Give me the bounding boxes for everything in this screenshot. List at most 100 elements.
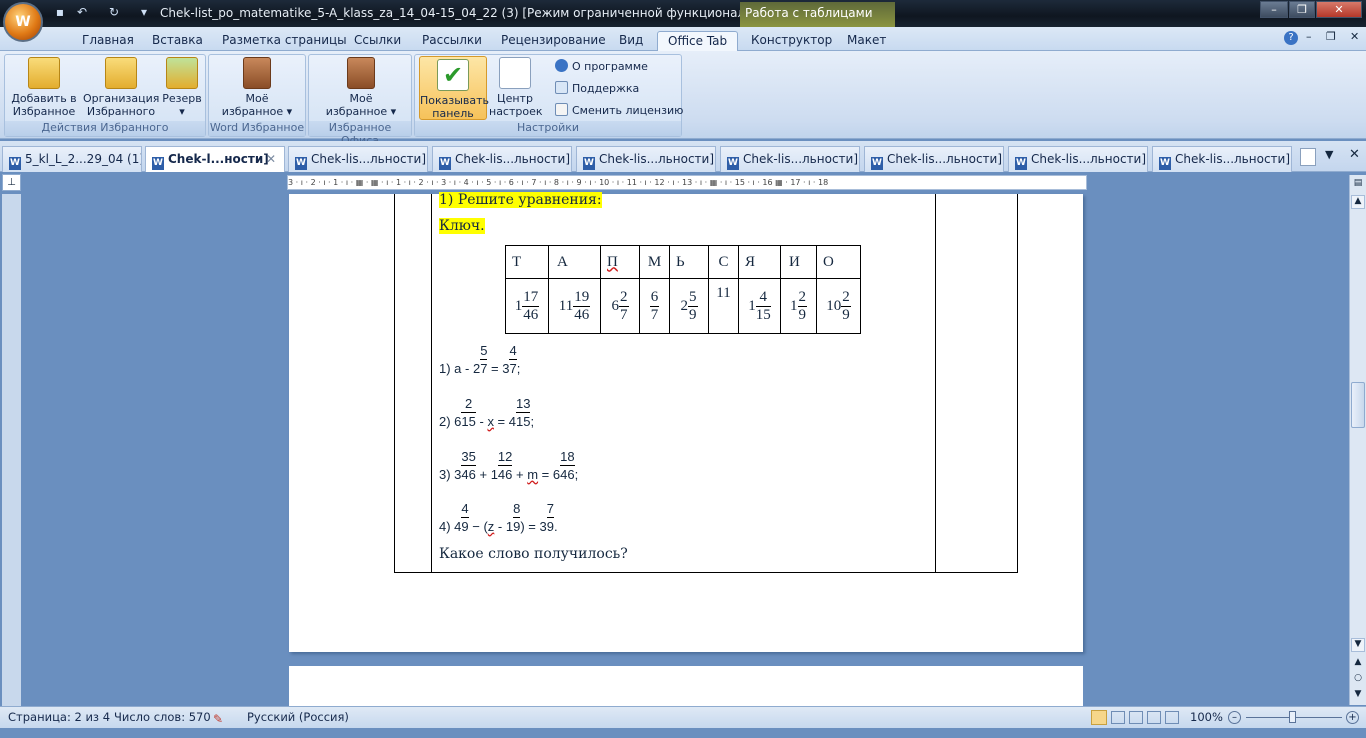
support-icon: [555, 81, 568, 94]
letter-cell: И: [780, 245, 817, 279]
tab-mailings[interactable]: Рассылки: [412, 31, 492, 51]
settings-center-button[interactable]: Центр настроек: [489, 57, 543, 118]
help-icon[interactable]: ?: [1284, 31, 1298, 45]
tab-page-layout[interactable]: Разметка страницы: [212, 31, 357, 51]
save-icon[interactable]: ▪: [52, 4, 68, 20]
backup-button[interactable]: Резерв ▾: [161, 57, 203, 118]
answer-cell: 11 19 46: [548, 278, 601, 334]
redo-icon[interactable]: ↻: [106, 4, 122, 20]
browse-object-icon[interactable]: ○: [1351, 673, 1365, 683]
question-text: Какое слово получилось?: [439, 546, 628, 562]
undo-icon[interactable]: ↶: [74, 4, 90, 20]
full-screen-reading-icon[interactable]: [1111, 711, 1125, 724]
doc-tab[interactable]: W Chek-lis...льности]: [1152, 146, 1292, 172]
equation-1: 1) a - 257 = 3 4 7;: [439, 343, 521, 376]
tab-references[interactable]: Ссылки: [344, 31, 411, 51]
vertical-scrollbar[interactable]: ▤ ▲ ▼ ▲ ○ ▼: [1349, 175, 1366, 705]
zoom-out-icon[interactable]: –: [1228, 711, 1241, 724]
close-button[interactable]: ✕: [1316, 1, 1362, 18]
zoom-slider-thumb[interactable]: [1289, 711, 1296, 723]
book-icon: [243, 57, 271, 89]
office-logo-icon: W: [15, 14, 31, 30]
doc-tab[interactable]: W Chek-lis...льности]: [576, 146, 716, 172]
tab-review[interactable]: Рецензирование: [491, 31, 616, 51]
title-bar: ▪ ↶ ↻ ▾ Chek-list_po_matematike_5-A_klas…: [0, 0, 1366, 27]
close-tab-icon[interactable]: ✕: [266, 147, 276, 171]
previous-page-icon[interactable]: ▲: [1351, 657, 1365, 667]
answer-cell: 11: [708, 278, 739, 334]
group-favorites-actions: Добавить в Избранное ▾ Организация Избра…: [4, 54, 206, 137]
zoom-level[interactable]: 100%: [1190, 707, 1223, 728]
doc-tab-active[interactable]: W Chek-l...ности] ✕: [145, 146, 285, 172]
new-document-icon[interactable]: [1300, 148, 1316, 166]
web-layout-icon[interactable]: [1129, 711, 1143, 724]
tab-insert[interactable]: Вставка: [142, 31, 213, 51]
scroll-thumb[interactable]: [1351, 382, 1365, 428]
answer-cell: 1 17 46: [505, 278, 549, 334]
doc-minimize-icon[interactable]: –: [1306, 30, 1312, 43]
tab-selector-icon[interactable]: ⊥: [2, 174, 21, 191]
license-icon: [555, 103, 568, 116]
ruler-toggle-icon[interactable]: ▤: [1351, 178, 1365, 190]
outline-view-icon[interactable]: [1147, 711, 1161, 724]
language-indicator[interactable]: Русский (Россия): [247, 707, 349, 728]
scroll-up-icon[interactable]: ▲: [1351, 195, 1365, 209]
scroll-down-icon[interactable]: ▼: [1351, 638, 1365, 652]
document-tabs-bar: W 5_kl_L_2...29_04 (1) W Chek-l...ности] ✕ …: [0, 141, 1366, 172]
tab-design[interactable]: Конструктор: [741, 31, 842, 51]
my-office-favorites-button[interactable]: Моё избранное ▾: [319, 57, 403, 118]
doc-tab[interactable]: W Chek-lis...льности]: [432, 146, 572, 172]
spellcheck-icon[interactable]: ✎: [213, 709, 223, 730]
close-document-icon[interactable]: ✕: [1349, 147, 1360, 162]
doc-tab[interactable]: W 5_kl_L_2...29_04 (1): [2, 146, 142, 172]
print-layout-view-icon[interactable]: [1091, 710, 1107, 725]
support-button[interactable]: Поддержка: [555, 81, 639, 95]
star-folder-icon: [28, 57, 60, 89]
word-doc-icon: W: [9, 157, 21, 170]
page-indicator[interactable]: Страница: 2 из 4: [8, 707, 110, 728]
document-page-next[interactable]: [289, 666, 1083, 711]
my-favorites-button[interactable]: Моё избранное ▾: [217, 57, 297, 118]
doc-close-icon[interactable]: ✕: [1350, 30, 1359, 43]
draft-view-icon[interactable]: [1165, 711, 1179, 724]
tab-home[interactable]: Главная: [72, 31, 144, 51]
tab-office-tab[interactable]: Office Tab: [657, 31, 739, 51]
doc-tab[interactable]: W Chek-lis...льности]: [1008, 146, 1148, 172]
qat-customize-icon[interactable]: ▾: [136, 4, 152, 20]
answers-row: 1 17 46 11 19 46 627 67 259 11 1 4 15 129 10 2 9: [505, 278, 861, 334]
doc-tab[interactable]: W Chek-lis...льности]: [288, 146, 428, 172]
horizontal-ruler[interactable]: 3 · ı · 2 · ı · 1 · ı · ▦ · ▦ · ı · 1 · …: [287, 175, 1087, 190]
word-count[interactable]: Число слов: 570: [114, 707, 211, 728]
table-border: [431, 194, 432, 573]
doc-restore-icon[interactable]: ❐: [1326, 30, 1336, 43]
tab-layout[interactable]: Макет: [837, 31, 896, 51]
document-page[interactable]: 1) Решите уравнения: Ключ. Т А П М Ь С Я…: [289, 192, 1083, 652]
organize-favorites-button[interactable]: Организация Избранного ▾: [83, 57, 159, 131]
add-to-favorites-button[interactable]: Добавить в Избранное ▾: [9, 57, 79, 131]
contextual-tab-title: Работа с таблицами: [740, 2, 895, 27]
window-title: Chek-list_po_matematike_5-A_klass_za_14_…: [160, 6, 816, 20]
table-border: [394, 194, 395, 573]
vertical-ruler[interactable]: [2, 194, 21, 706]
maximize-button[interactable]: ❐: [1289, 1, 1315, 18]
show-panel-button[interactable]: ✔ Показывать панель: [419, 56, 489, 120]
answer-key-table: Т А П М Ь С Я И О 1 17 46 11 19 46 627 67 25…: [505, 245, 861, 334]
doc-tab[interactable]: W Chek-lis...льности]: [720, 146, 860, 172]
minimize-button[interactable]: –: [1260, 1, 1288, 18]
next-page-icon[interactable]: ▼: [1351, 689, 1365, 699]
office-button[interactable]: W: [3, 2, 43, 42]
change-license-button[interactable]: Сменить лицензию: [555, 103, 683, 117]
word-doc-icon: W: [727, 157, 739, 170]
ribbon-tabs: Главная Вставка Разметка страницы Ссылки…: [0, 27, 1366, 51]
group-word-favorites: Моё избранное ▾ Word Избранное: [208, 54, 306, 137]
doc-tab[interactable]: W Chek-lis...льности]: [864, 146, 1004, 172]
letter-cell: А: [548, 245, 601, 279]
tab-view[interactable]: Вид: [609, 31, 653, 51]
backup-folder-icon: [166, 57, 198, 89]
zoom-in-icon[interactable]: +: [1346, 711, 1359, 724]
group-label: Word Избранное: [209, 121, 305, 136]
word-doc-icon: W: [583, 157, 595, 170]
about-button[interactable]: О программе: [555, 59, 648, 73]
tab-list-dropdown-icon[interactable]: ▼: [1325, 148, 1333, 161]
status-bar: Страница: 2 из 4 Число слов: 570 ✎ Русск…: [0, 706, 1366, 728]
